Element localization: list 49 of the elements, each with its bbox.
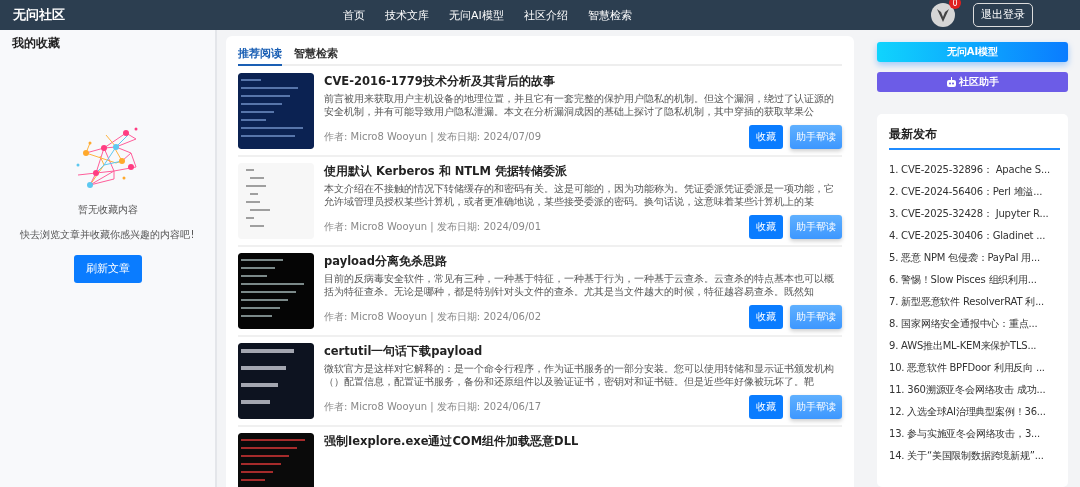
news-link[interactable]: 8. 国家网络安全通报中心：重点...	[889, 313, 1060, 335]
news-link[interactable]: 3. CVE-2025-32428： Jupyter R...	[889, 203, 1060, 225]
logout-button[interactable]: 退出登录	[973, 3, 1033, 27]
article-meta: 作者: Micro8 Wooyun | 发布日期: 2024/06/02	[324, 310, 543, 324]
article-title[interactable]: CVE-2016-1779技术分析及其背后的故事	[324, 74, 842, 89]
collect-button[interactable]: 收藏	[749, 305, 783, 329]
news-link[interactable]: 12. 入选全球AI治理典型案例！36...	[889, 401, 1060, 423]
news-link[interactable]: 7. 新型恶意软件 ResolverRAT 利...	[889, 291, 1060, 313]
refresh-button[interactable]: 刷新文章	[73, 255, 142, 283]
article-title[interactable]: payload分离免杀思路	[324, 254, 842, 269]
collect-button[interactable]: 收藏	[749, 125, 783, 149]
news-link[interactable]: 5. 恶意 NPM 包侵袭：PayPal 用...	[889, 247, 1060, 269]
tab[interactable]: 智慧检索	[294, 44, 338, 66]
empty-hint: 快去浏览文章并收藏你感兴趣的内容吧!	[20, 228, 195, 242]
collect-button[interactable]: 收藏	[749, 395, 783, 419]
collect-button[interactable]: 收藏	[749, 215, 783, 239]
nav-link[interactable]: 无问AI模型	[449, 7, 504, 23]
article-title[interactable]: certutil一句话下载payload	[324, 344, 842, 359]
news-link[interactable]: 1. CVE-2025-32896： Apache S...	[889, 159, 1060, 181]
article-summary: 目前的反病毒安全软件，常见有三种，一种基于特征，一种基于行为，一种基于云查杀。云查杀的特点基本也可以概括为特征查杀。无论是哪种，都是特别针对头文件的查杀。尤其是当文件越大的时候，特征越容易查杀。既然知	[324, 272, 835, 298]
article-title[interactable]: 强制Iexplore.exe通过COM组件加载恶意DLL	[324, 434, 842, 449]
article-meta: 作者: Micro8 Wooyun | 发布日期: 2024/09/01	[324, 220, 543, 234]
site-logo[interactable]: 无问社区	[13, 6, 343, 24]
news-link[interactable]: 10. 恶意软件 BPFDoor 利用反向 ...	[889, 357, 1060, 379]
news-link[interactable]: 9. AWS推出ML-KEM来保护TLS...	[889, 335, 1060, 357]
article-summary: 微软官方是这样对它解释的：是一个命令行程序，作为证书服务的一部分安装。您可以使用转储和显示证书颁发机构（）配置信息，配置证书服务，备份和还原组件以及验证证书，密钥对和证书链。但是近些年好像被玩坏了。靶	[324, 362, 835, 388]
empty-title: 暂无收藏内容	[77, 203, 138, 217]
article-meta: 作者: Micro8 Wooyun | 发布日期: 2024/06/17	[324, 400, 543, 414]
article-title[interactable]: 使用默认 Kerberos 和 NTLM 凭据转储委派	[324, 164, 842, 179]
news-link[interactable]: 2. CVE-2024-56406：Perl 堆溢...	[889, 181, 1060, 203]
panel-title: 我的收藏	[12, 36, 60, 51]
nav-link[interactable]: 智慧检索	[587, 7, 632, 23]
nav-link[interactable]: 技术文库	[385, 7, 429, 23]
news-link[interactable]: 11. 360溯源亚冬会网络攻击 成功...	[889, 379, 1060, 401]
article-summary: 前言被用来获取用户主机设备的地理位置，并且它有一套完整的保护用户隐私的机制。但这个漏洞，绕过了认证源的安全机制，并有可能导致用户隐私泄漏。本文在分析漏洞成因的基础上探讨了隐私机制，其中穿插的获取苹果公	[324, 92, 835, 118]
robot-icon	[946, 77, 957, 87]
notification-badge: 0	[949, 0, 961, 9]
article-meta: 作者: Micro8 Wooyun | 发布日期: 2024/07/09	[324, 130, 543, 144]
avatar-icon[interactable]	[931, 3, 955, 27]
section-title: 最新发布	[889, 126, 1060, 150]
news-link[interactable]: 6. 警惕！Slow Pisces 组织利用...	[889, 269, 1060, 291]
assistant-button[interactable]: 社区助手	[877, 72, 1068, 92]
news-link[interactable]: 14. 关于“美国限制数据跨境新规”...	[889, 445, 1060, 467]
news-link[interactable]: 4. CVE-2025-30406：Gladinet ...	[889, 225, 1060, 247]
nav-link[interactable]: 首页	[343, 7, 365, 23]
tab[interactable]: 推荐阅读	[238, 44, 282, 66]
article-summary: 本文介绍在不接触的情况下转储缓存的和密码有关。这是可能的，因为功能称为。凭证委派凭证委派是一项功能，它允许域管理员授权某些计算机，或者更准确地说，某些接受委派的密码。换句话说，这意味着某些计算机上的某	[324, 182, 835, 208]
news-link[interactable]: 13. 参与实施亚冬会网络攻击，3...	[889, 423, 1060, 445]
nav-link[interactable]: 社区介绍	[523, 7, 568, 23]
